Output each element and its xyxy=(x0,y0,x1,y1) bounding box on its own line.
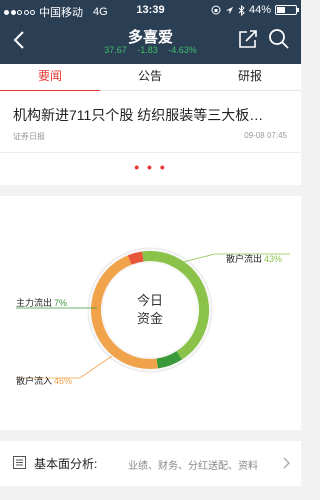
donut-center-label: 今日 资金 xyxy=(120,292,180,328)
quote-price: 37.67 xyxy=(104,45,127,55)
tab-research[interactable]: 研报 xyxy=(200,64,300,91)
label-retail-out-name: 散户流出 xyxy=(226,254,263,264)
search-icon[interactable] xyxy=(267,27,291,51)
label-retail-out-pct: 43% xyxy=(264,254,283,264)
label-retail-in: 散户流入 46% xyxy=(16,374,72,387)
fund-flow-panel: 今日 资金 散户流出 43% 主力流出 7% 散户流入 46% xyxy=(0,196,301,430)
chevron-right-icon xyxy=(283,457,290,469)
news-time: 09-08 07:45 xyxy=(244,131,287,140)
news-card[interactable]: 机构新进711只个股 纺织服装等三大板… 证券日报 09-08 07:45 • … xyxy=(0,91,301,185)
label-retail-in-pct: 46% xyxy=(54,376,73,386)
lock-rotation-icon xyxy=(211,5,221,15)
fundamentals-title: 基本面分析: xyxy=(34,457,98,471)
center-label-line1: 今日 xyxy=(136,293,163,308)
tab-news[interactable]: 要闻 xyxy=(0,64,100,92)
news-source: 证券日报 xyxy=(13,132,45,141)
bluetooth-icon xyxy=(238,4,245,16)
tab-bar: 要闻 公告 研报 xyxy=(0,64,301,92)
document-list-icon xyxy=(13,456,26,469)
label-retail-in-name: 散户流入 xyxy=(16,376,53,386)
header-bar: 中国移动 4G 13:39 44% 多喜爱 37.67 -1.83 -4.63% xyxy=(0,0,301,64)
label-main-out-name: 主力流出 xyxy=(16,298,53,308)
fundamentals-row[interactable]: 基本面分析: 业绩、财务、分红送配、资料 xyxy=(0,441,301,486)
share-icon[interactable] xyxy=(237,28,259,50)
quote-change: -1.83 xyxy=(137,45,158,55)
status-bar: 中国移动 4G 13:39 44% xyxy=(0,0,301,20)
more-dots-button[interactable]: • • • xyxy=(0,159,301,175)
donut-arc-main-in xyxy=(127,251,144,265)
center-label-line2: 资金 xyxy=(136,311,163,326)
label-main-out-pct: 7% xyxy=(54,298,68,308)
label-main-out: 主力流出 7% xyxy=(16,296,67,309)
fundamentals-items: 业绩、财务、分红送配、资料 xyxy=(128,461,258,472)
divider xyxy=(0,152,301,153)
label-retail-out: 散户流出 43% xyxy=(226,252,282,265)
tab-announcements[interactable]: 公告 xyxy=(100,64,200,91)
status-right: 44% xyxy=(211,4,299,16)
quote-change-pct: -4.63% xyxy=(168,45,197,55)
battery-icon xyxy=(275,5,299,15)
battery-percent: 44% xyxy=(248,4,271,16)
news-title[interactable]: 机构新进711只个股 纺织服装等三大板… xyxy=(13,105,291,125)
location-icon xyxy=(225,6,234,14)
